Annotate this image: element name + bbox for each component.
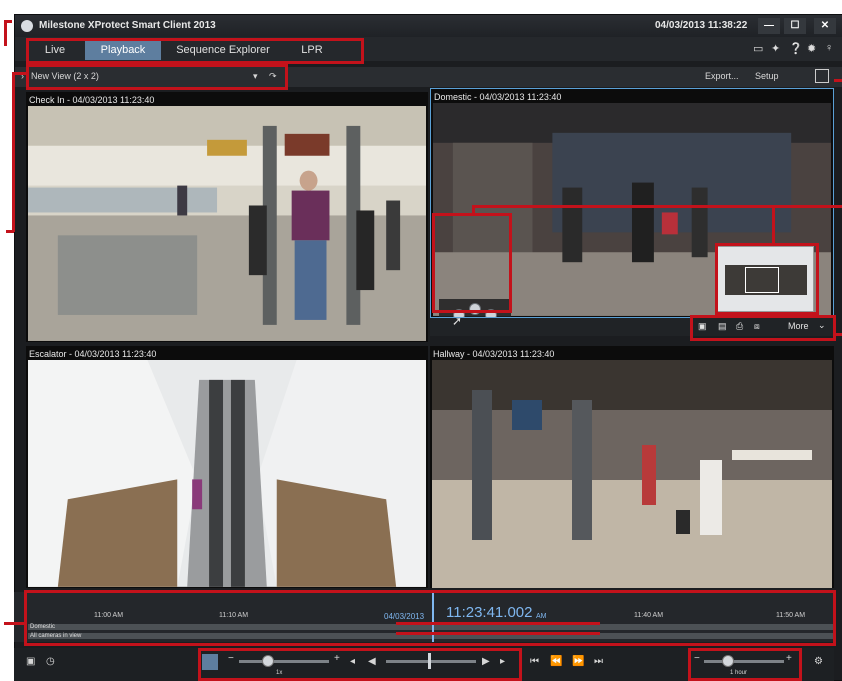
timeline-time-suffix: AM bbox=[536, 613, 547, 620]
callout-line bbox=[472, 205, 475, 215]
monitor-icon[interactable]: ▭ bbox=[753, 42, 763, 55]
milestone-logo-icon bbox=[21, 20, 33, 32]
ptz-up-button[interactable] bbox=[469, 303, 481, 315]
view-setup-icon[interactable]: ↷ bbox=[269, 71, 277, 82]
jog-shuttle-slider[interactable] bbox=[386, 660, 476, 663]
system-clock: 04/03/2013 11:38:22 bbox=[655, 20, 748, 31]
callout-line bbox=[12, 72, 15, 232]
callout-line bbox=[396, 622, 600, 625]
callout-line bbox=[834, 333, 842, 336]
callout-line bbox=[4, 20, 7, 46]
speed-increase-icon[interactable]: + bbox=[334, 653, 340, 664]
settings-icon[interactable]: ✹ bbox=[807, 42, 816, 55]
playback-controls: ▣ ◷ − + 1x ◂ ◀ ▶ ▸ ⏮ ⏪ ⏩ ⏭ − + 1 hour ⚙ bbox=[14, 648, 834, 681]
ptz-control-pad bbox=[439, 299, 511, 317]
step-back-icon[interactable]: ◂ bbox=[350, 656, 355, 667]
callout-line bbox=[4, 20, 12, 23]
title-bar: Milestone XProtect Smart Client 2013 04/… bbox=[15, 15, 842, 37]
playback-speed-knob[interactable] bbox=[262, 655, 274, 667]
timeline-tick: 11:00 AM bbox=[94, 612, 124, 619]
chevron-down-icon[interactable]: ⌄ bbox=[818, 320, 826, 331]
camera-video-hallway[interactable] bbox=[432, 360, 832, 588]
callout-line bbox=[12, 72, 28, 75]
play-reverse-icon[interactable]: ◀ bbox=[368, 656, 376, 667]
speed-decrease-icon[interactable]: − bbox=[228, 653, 234, 664]
clock-icon[interactable]: ◷ bbox=[46, 656, 55, 667]
playback-speed-label: 1x bbox=[276, 670, 283, 676]
camera-video-escalator[interactable] bbox=[28, 360, 426, 587]
first-sequence-icon[interactable]: ⏮ bbox=[530, 656, 539, 667]
camera-title: Domestic - 04/03/2013 11:23:40 bbox=[434, 92, 562, 102]
more-menu[interactable]: More bbox=[788, 321, 809, 331]
tab-lpr[interactable]: LPR bbox=[287, 40, 337, 60]
video-export-icon[interactable]: ▣ bbox=[26, 656, 35, 667]
timeline-tick: 11:10 AM bbox=[219, 612, 249, 619]
minimize-button[interactable]: — bbox=[758, 18, 780, 34]
tab-live[interactable]: Live bbox=[31, 40, 79, 60]
camera-video-check-in[interactable] bbox=[28, 106, 426, 341]
callout-line bbox=[472, 205, 772, 208]
timeline-tick: 11:50 AM bbox=[776, 612, 806, 619]
view-dropdown-icon[interactable]: ▾ bbox=[253, 71, 258, 82]
camera-title: Escalator - 04/03/2013 11:23:40 bbox=[29, 349, 157, 359]
tab-sequence-explorer[interactable]: Sequence Explorer bbox=[167, 40, 279, 60]
callout-line bbox=[4, 622, 26, 625]
main-tabs-bar: Live Playback Sequence Explorer LPR ▭ ✦ … bbox=[15, 37, 842, 61]
camera-panel-check-in[interactable]: Check In - 04/03/2013 11:23:40 bbox=[26, 92, 428, 342]
interval-decrease-icon[interactable]: − bbox=[694, 653, 700, 664]
camera-panel-hallway[interactable]: Hallway - 04/03/2013 11:23:40 bbox=[430, 346, 834, 588]
callout-line bbox=[6, 230, 14, 233]
app-title: Milestone XProtect Smart Client 2013 bbox=[39, 20, 216, 31]
play-forward-icon[interactable]: ▶ bbox=[482, 656, 490, 667]
setup-button[interactable]: Setup bbox=[755, 71, 779, 81]
timespan-knob[interactable] bbox=[722, 655, 734, 667]
last-sequence-icon[interactable]: ⏭ bbox=[594, 656, 603, 667]
timespan-slider[interactable] bbox=[704, 660, 784, 663]
callout-line bbox=[772, 205, 775, 243]
callout-line bbox=[834, 79, 842, 82]
tab-playback[interactable]: Playback bbox=[85, 40, 161, 60]
help-icon[interactable]: ❔ bbox=[789, 42, 803, 55]
timeline-track-label: Domestic bbox=[30, 624, 56, 630]
overview-minimap[interactable] bbox=[716, 246, 814, 312]
jog-shuttle-handle[interactable] bbox=[428, 653, 431, 669]
network-icon[interactable]: ✦ bbox=[771, 42, 780, 55]
pointer-icon: ➚ bbox=[452, 314, 463, 328]
maximize-button[interactable]: ☐ bbox=[784, 18, 806, 34]
callout-line bbox=[396, 632, 600, 635]
video-clip-icon[interactable]: ▣ bbox=[698, 321, 707, 332]
timeline-current-date: 04/03/2013 bbox=[384, 612, 425, 621]
snapshot-icon[interactable]: ⧈ bbox=[754, 321, 760, 332]
camera-title: Check In - 04/03/2013 11:23:40 bbox=[29, 95, 155, 105]
camera-panel-escalator[interactable]: Escalator - 04/03/2013 11:23:40 bbox=[26, 346, 428, 588]
ptz-up-right-button[interactable] bbox=[485, 309, 497, 317]
export-button[interactable]: Export... bbox=[705, 71, 739, 81]
print-icon[interactable]: ⎙ bbox=[736, 321, 743, 332]
camera-title: Hallway - 04/03/2013 11:23:40 bbox=[433, 349, 555, 359]
view-toolbar: › New View (2 x 2) ▾ ↷ Export... Setup bbox=[15, 67, 842, 87]
interval-increase-icon[interactable]: + bbox=[786, 653, 792, 664]
timeline-track-label: All cameras in view bbox=[30, 633, 82, 639]
step-forward-icon[interactable]: ▸ bbox=[500, 656, 505, 667]
timespan-label: 1 hour bbox=[730, 670, 748, 676]
close-button[interactable]: ✕ bbox=[814, 18, 836, 34]
timeline-tick: 11:40 AM bbox=[634, 612, 664, 619]
view-selector[interactable]: New View (2 x 2) bbox=[31, 71, 99, 81]
next-sequence-icon[interactable]: ⏩ bbox=[572, 656, 584, 667]
minimap-viewport[interactable] bbox=[745, 267, 779, 293]
playback-settings-icon[interactable]: ⚙ bbox=[814, 656, 823, 667]
playback-mode-toggle[interactable] bbox=[202, 654, 218, 670]
bookmark-icon[interactable]: ▤ bbox=[718, 321, 727, 332]
fullscreen-icon[interactable] bbox=[815, 69, 829, 83]
camera-toolbar: ➚ ▣ ▤ ⎙ ⧈ More ⌄ bbox=[430, 314, 834, 336]
previous-sequence-icon[interactable]: ⏪ bbox=[550, 656, 562, 667]
user-icon[interactable]: ♀ bbox=[825, 42, 833, 54]
callout-line bbox=[772, 205, 842, 208]
timeline-current-time: 11:23:41.002 bbox=[446, 604, 533, 621]
playback-speed-slider[interactable] bbox=[239, 660, 329, 663]
